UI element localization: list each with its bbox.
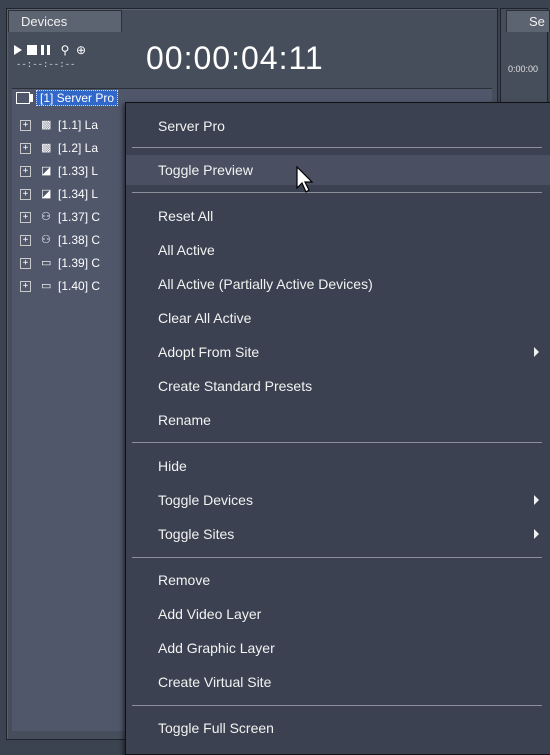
menu-separator [132,705,542,706]
tree-row[interactable]: + ◪ [1.33] L [20,162,98,180]
zoom-out-icon[interactable]: ⚲ [59,44,71,56]
tree-row[interactable]: + ▩ [1.1] La [20,116,98,134]
expand-icon[interactable]: + [20,280,31,292]
tree-row[interactable]: + ▩ [1.2] La [20,139,98,157]
submenu-arrow-icon [534,495,539,505]
monitor-icon: ▭ [41,280,52,292]
menu-item-label: Adopt From Site [158,344,260,360]
menu-item-create-virtual-site[interactable]: Create Virtual Site [126,667,550,697]
tree-row[interactable]: + ⚇ [1.37] C [20,208,100,226]
transport-toolbar: ⚲ ⊕ [14,44,91,56]
camera-icon: ⚇ [41,211,51,223]
tree-item-label: [1.34] L [58,187,99,201]
tree-row[interactable]: + ▭ [1.40] C [20,277,100,295]
zoom-in-icon[interactable]: ⊕ [75,44,87,56]
menu-item-toggle-full-screen[interactable]: Toggle Full Screen [126,713,550,743]
submenu-arrow-icon [534,529,539,539]
image-layer-icon: ◪ [41,188,52,200]
context-menu: Server Pro Toggle Preview Reset All All … [125,102,550,755]
layer-icon: ▩ [41,142,52,154]
right-timecode: 0:00:00 [508,64,539,74]
tab-secondary[interactable]: Se [506,10,550,32]
menu-item-rename[interactable]: Rename [126,405,550,435]
menu-separator [132,192,542,193]
menu-item-adopt-from-site[interactable]: Adopt From Site [126,337,550,367]
stop-icon[interactable] [27,45,37,55]
pause-icon[interactable] [41,45,51,55]
menu-header: Server Pro [158,118,225,134]
server-icon [16,92,33,104]
expand-icon[interactable]: + [20,211,31,223]
menu-item-reset-all[interactable]: Reset All [126,201,550,231]
menu-item-clear-all-active[interactable]: Clear All Active [126,303,550,333]
expand-icon[interactable]: + [20,142,31,154]
expand-icon[interactable]: + [20,257,31,269]
tree-item-label: [1.39] C [58,256,101,270]
tab-devices[interactable]: Devices [8,10,122,32]
expand-icon[interactable]: + [20,119,31,131]
menu-separator [132,557,542,558]
menu-item-all-active-partial[interactable]: All Active (Partially Active Devices) [126,269,550,299]
tree-root-row[interactable]: [1] Server Pro [16,90,119,106]
expand-icon[interactable]: + [20,234,31,246]
expand-icon[interactable]: + [20,188,31,200]
menu-item-toggle-devices[interactable]: Toggle Devices [126,485,550,515]
submenu-arrow-icon [534,347,539,357]
small-timecode: --:--:--:-- [16,60,76,70]
monitor-icon: ▭ [41,257,52,269]
tree-item-label: [1.37] C [58,210,101,224]
expand-icon[interactable]: + [20,165,31,177]
menu-item-toggle-preview[interactable]: Toggle Preview [126,155,550,185]
mouse-cursor-icon [296,166,314,193]
camera-icon: ⚇ [41,234,51,246]
menu-item-label: Toggle Devices [158,492,253,508]
menu-item-remove[interactable]: Remove [126,565,550,595]
tree-item-label: [1.1] La [58,118,99,132]
menu-item-hide[interactable]: Hide [126,451,550,481]
tree-item-label: [1.40] C [58,279,101,293]
tree-row[interactable]: + ▭ [1.39] C [20,254,100,272]
tree-item-label: [1.38] C [58,233,101,247]
menu-item-add-video-layer[interactable]: Add Video Layer [126,599,550,629]
tree-row[interactable]: + ⚇ [1.38] C [20,231,100,249]
tree-row[interactable]: + ◪ [1.34] L [20,185,98,203]
image-layer-icon: ◪ [41,165,52,177]
menu-item-toggle-sites[interactable]: Toggle Sites [126,519,550,549]
timecode-display: 00:00:04:11 [146,40,324,76]
tree-root-label[interactable]: [1] Server Pro [36,90,119,106]
menu-item-add-graphic-layer[interactable]: Add Graphic Layer [126,633,550,663]
menu-item-create-standard-presets[interactable]: Create Standard Presets [126,371,550,401]
tree-item-label: [1.2] La [58,141,99,155]
menu-separator [132,442,542,443]
menu-item-label: Toggle Sites [158,526,235,542]
menu-separator [132,147,542,148]
menu-item-all-active[interactable]: All Active [126,235,550,265]
tree-item-label: [1.33] L [58,164,99,178]
play-icon[interactable] [14,45,22,55]
layer-icon: ▩ [41,119,52,131]
